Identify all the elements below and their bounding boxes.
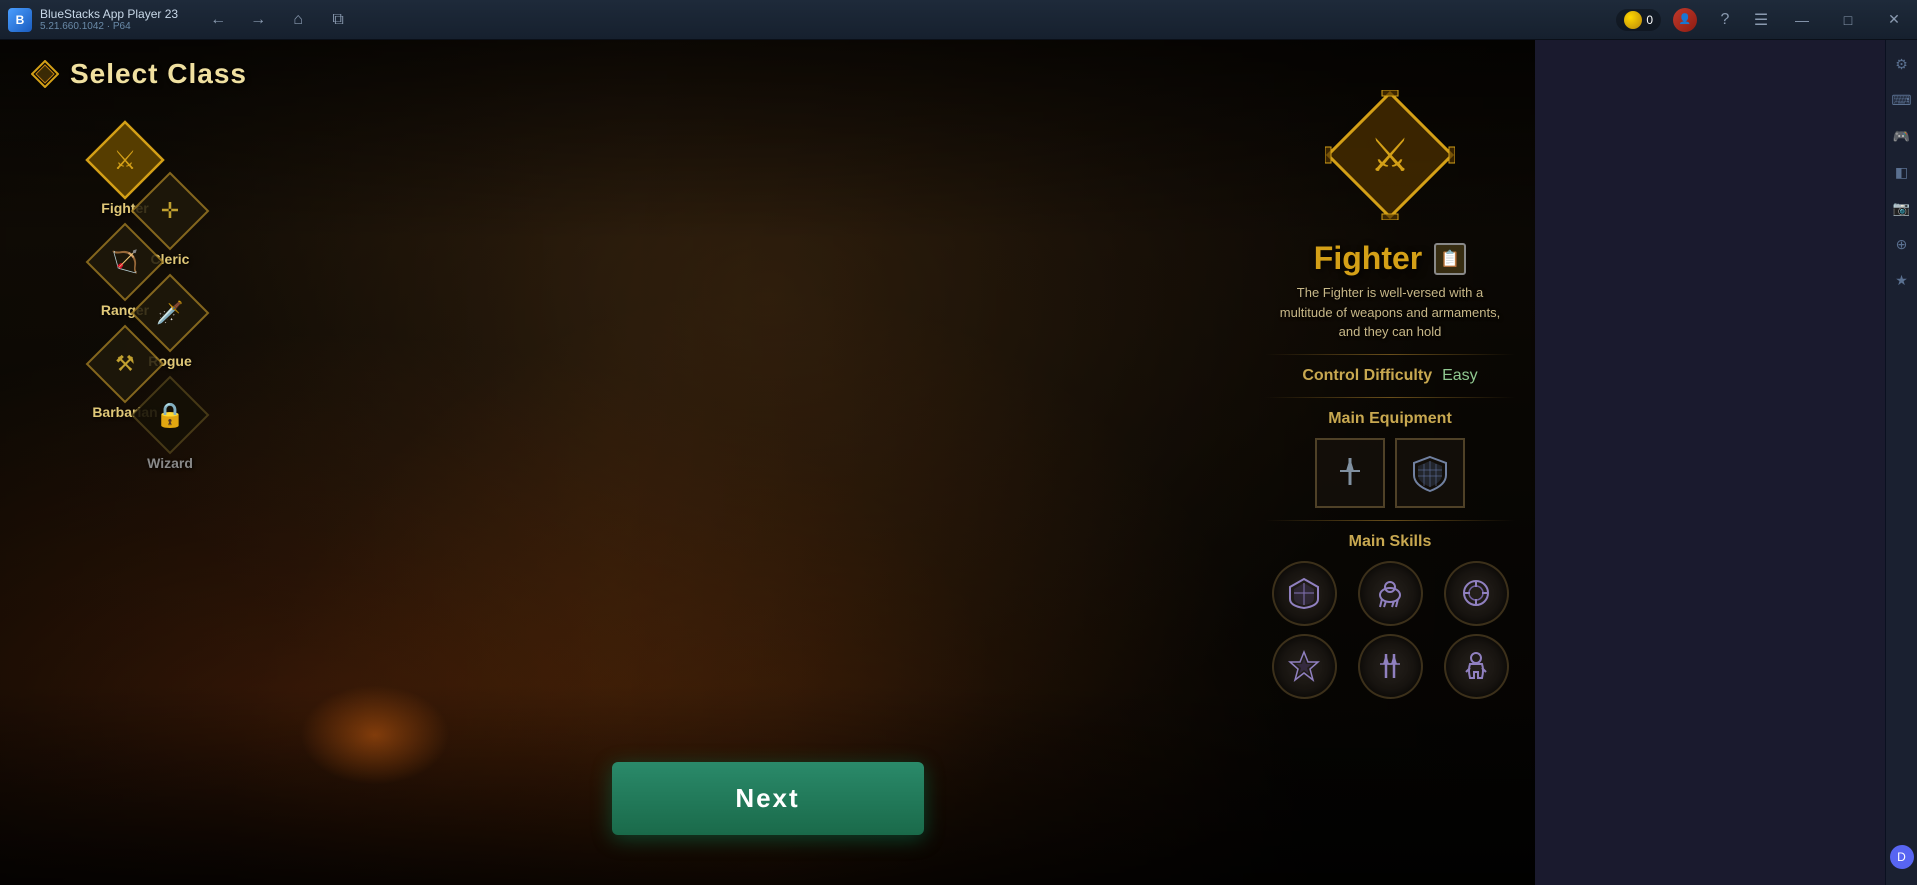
fighter-title: Fighter — [1314, 240, 1422, 277]
close-button[interactable]: ✕ — [1871, 0, 1917, 40]
control-difficulty-row: Control Difficulty Easy — [1265, 367, 1515, 385]
coin-count: 0 — [1646, 13, 1653, 27]
skill-4-icon — [1288, 650, 1320, 682]
user-avatar[interactable]: 👤 — [1673, 8, 1697, 32]
select-class-title: Select Class — [70, 58, 247, 90]
fighter-book-button[interactable]: 📋 — [1434, 243, 1466, 275]
skill-slot-4 — [1272, 634, 1337, 699]
right-sidebar: ⚙ ⌨ 🎮 ◧ 📷 ⊕ ★ D — [1885, 40, 1917, 885]
skill-slot-6 — [1444, 634, 1509, 699]
coin-icon — [1624, 11, 1642, 29]
select-class-header: Select Class — [30, 58, 247, 90]
sidebar-discord-button[interactable]: D — [1890, 845, 1914, 869]
wizard-lock-icon: 🔒 — [155, 401, 185, 430]
right-panel: ⚔ Fighter 📋 The Fighter is well-versed w… — [1265, 90, 1515, 699]
wizard-label: Wizard — [147, 455, 193, 471]
app-icon: B — [8, 8, 32, 32]
fighter-description: The Fighter is well-versed with a multit… — [1265, 283, 1515, 342]
nav-forward-button[interactable]: → — [240, 2, 276, 38]
skill-slot-3 — [1444, 561, 1509, 626]
nav-back-button[interactable]: ← — [200, 2, 236, 38]
main-skills-label: Main Skills — [1265, 533, 1515, 551]
fighter-title-row: Fighter 📋 — [1265, 240, 1515, 277]
menu-icon[interactable]: ☰ — [1745, 4, 1777, 36]
app-title: BlueStacks App Player 23 — [40, 7, 178, 21]
sidebar-icon-star[interactable]: ★ — [1888, 266, 1916, 294]
skill-3-icon — [1460, 577, 1492, 609]
sword-icon — [1330, 453, 1370, 493]
sidebar-icon-gamepad[interactable]: 🎮 — [1888, 122, 1916, 150]
sidebar-icon-layers[interactable]: ◧ — [1888, 158, 1916, 186]
skill-5-icon — [1374, 650, 1406, 682]
skills-grid — [1265, 561, 1515, 699]
window-controls: — □ ✕ — [1779, 0, 1917, 39]
divider-3 — [1265, 520, 1515, 521]
equipment-slot-sword — [1315, 438, 1385, 508]
maximize-button[interactable]: □ — [1825, 0, 1871, 40]
shield-icon — [1410, 453, 1450, 493]
game-area: Select Class ⚔ Fighter ✛ Cleric — [0, 40, 1535, 885]
divider-1 — [1265, 354, 1515, 355]
skill-2-icon — [1374, 577, 1406, 609]
ranger-icon: 🏹 — [111, 249, 138, 275]
skill-1-icon — [1288, 577, 1320, 609]
sidebar-icon-settings[interactable]: ⚙ — [1888, 50, 1916, 78]
coin-area: 0 — [1616, 9, 1661, 31]
main-equipment-label: Main Equipment — [1265, 410, 1515, 428]
sidebar-icon-location[interactable]: ⊕ — [1888, 230, 1916, 258]
sidebar-icon-keyboard[interactable]: ⌨ — [1888, 86, 1916, 114]
header-diamond-icon — [31, 60, 59, 88]
title-bar: B BlueStacks App Player 23 5.21.660.1042… — [0, 0, 1917, 40]
class-item-wizard[interactable]: 🔒 Wizard — [130, 375, 210, 471]
title-icons: ? ☰ — [1707, 4, 1779, 36]
cleric-icon: ✛ — [161, 198, 179, 224]
nav-tabs-button[interactable]: ⧉ — [320, 2, 356, 38]
sidebar-icon-camera[interactable]: 📷 — [1888, 194, 1916, 222]
minimize-button[interactable]: — — [1779, 0, 1825, 40]
skill-slot-2 — [1358, 561, 1423, 626]
selected-class-icon: ⚔ — [1369, 128, 1410, 182]
equipment-slot-shield — [1395, 438, 1465, 508]
rogue-icon: 🗡️ — [156, 300, 183, 326]
next-button[interactable]: Next — [612, 762, 924, 835]
skill-slot-5 — [1358, 634, 1423, 699]
barbarian-icon: ⚒ — [115, 351, 135, 377]
skill-slot-1 — [1272, 561, 1337, 626]
equipment-row — [1265, 438, 1515, 508]
selected-class-display: ⚔ — [1325, 90, 1455, 220]
nav-home-button[interactable]: ⌂ — [280, 2, 316, 38]
skill-6-icon — [1460, 650, 1492, 682]
divider-2 — [1265, 397, 1515, 398]
control-difficulty-value: Easy — [1442, 367, 1478, 385]
class-list: ⚔ Fighter ✛ Cleric 🏹 Ranger — [40, 120, 210, 461]
app-subtitle: 5.21.660.1042 · P64 — [40, 21, 178, 32]
control-difficulty-label: Control Difficulty — [1302, 367, 1432, 385]
help-icon[interactable]: ? — [1709, 4, 1741, 36]
